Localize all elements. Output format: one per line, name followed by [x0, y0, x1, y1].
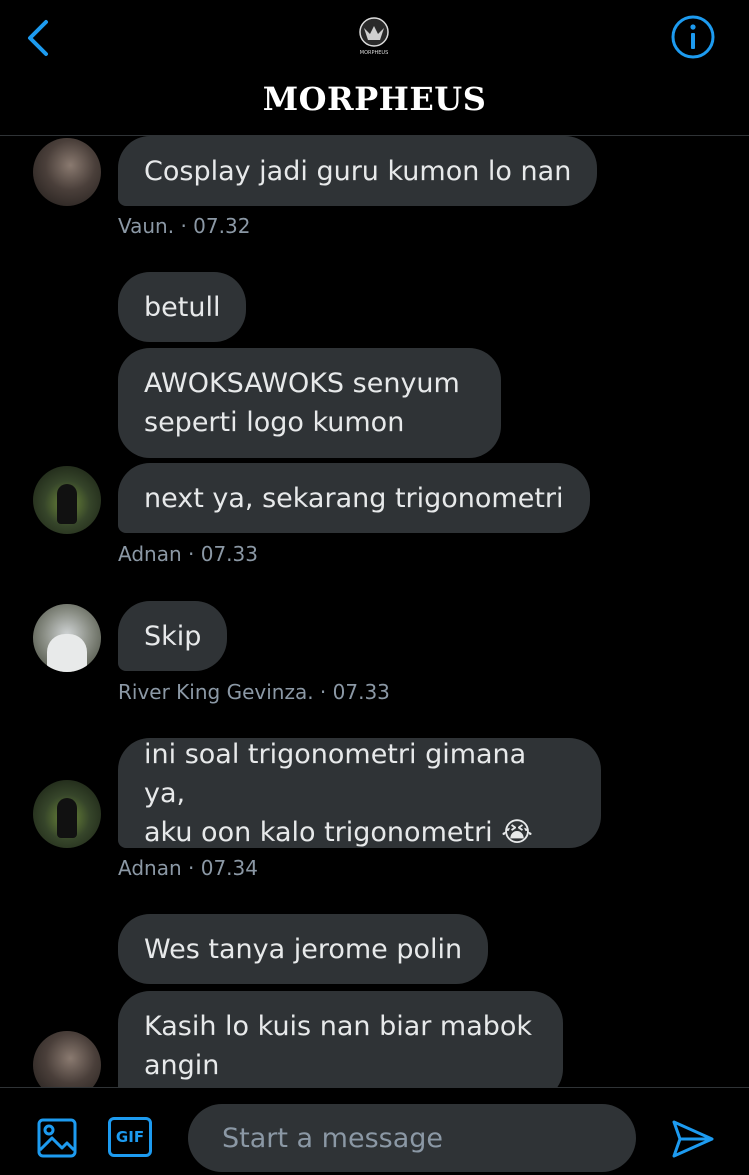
message-input[interactable]: Start a message	[188, 1104, 636, 1172]
message-input-placeholder: Start a message	[222, 1122, 444, 1154]
conversation-title: MORPHEUS	[262, 80, 487, 118]
message-text: Cosplay jadi guru kumon lo nan	[144, 155, 572, 187]
message-bubble[interactable]: ini soal trigonometri gimana ya, aku oon…	[118, 738, 601, 848]
avatar-vaun[interactable]	[33, 1031, 101, 1087]
sender-name[interactable]: Vaun.	[118, 214, 174, 238]
conversation-header: MORPHEUS MORPHEUS	[0, 0, 749, 136]
message-text: Skip	[144, 620, 202, 652]
back-chevron-icon[interactable]	[22, 18, 58, 58]
message-text: Wes tanya jerome polin	[144, 933, 463, 965]
image-icon[interactable]	[36, 1117, 78, 1159]
message-time: · 07.34	[188, 856, 258, 880]
message-time: · 07.32	[180, 214, 251, 238]
avatar-adnan[interactable]	[33, 780, 101, 848]
message-meta: River King Gevinza. · 07.33	[118, 680, 390, 704]
message-list[interactable]: Cosplay jadi guru kumon lo nan Vaun. · 0…	[0, 136, 749, 1087]
sender-name[interactable]: Adnan	[118, 856, 182, 880]
info-circle-icon[interactable]	[670, 14, 716, 60]
message-bubble[interactable]: Kasih lo kuis nan biar mabok angin	[118, 991, 563, 1087]
message-bubble[interactable]: Wes tanya jerome polin	[118, 914, 489, 984]
message-bubble[interactable]: Skip	[118, 601, 228, 671]
message-bubble[interactable]: AWOKSAWOKS senyum seperti logo kumon	[118, 348, 501, 458]
message-time: · 07.33	[188, 542, 258, 566]
message-text: Kasih lo kuis nan biar mabok angin	[144, 1011, 533, 1081]
logo-wordmark: MORPHEUS	[360, 50, 389, 56]
avatar-river[interactable]	[33, 604, 101, 672]
message-bubble[interactable]: next ya, sekarang trigonometri	[118, 463, 590, 533]
gif-label: GIF	[115, 1128, 145, 1146]
message-bubble[interactable]: Cosplay jadi guru kumon lo nan	[118, 136, 598, 206]
message-bubble[interactable]: betull	[118, 272, 247, 342]
avatar-vaun[interactable]	[33, 138, 101, 206]
sender-name[interactable]: River King Gevinza.	[118, 680, 314, 704]
message-meta: Adnan · 07.34	[118, 856, 258, 880]
message-time: · 07.33	[319, 680, 390, 704]
avatar-adnan[interactable]	[33, 466, 101, 534]
message-text: next ya, sekarang trigonometri	[144, 482, 564, 514]
sender-name[interactable]: Adnan	[118, 542, 182, 566]
send-icon[interactable]	[670, 1116, 716, 1162]
message-meta: Adnan · 07.33	[118, 542, 258, 566]
message-text: betull	[144, 291, 221, 323]
message-text: AWOKSAWOKS senyum seperti logo kumon	[144, 368, 460, 438]
gif-button[interactable]: GIF	[108, 1117, 152, 1157]
group-logo-icon: MORPHEUS	[359, 17, 389, 56]
message-meta: Vaun. · 07.32	[118, 214, 250, 238]
message-text: ini soal trigonometri gimana ya, aku oon…	[144, 738, 533, 848]
